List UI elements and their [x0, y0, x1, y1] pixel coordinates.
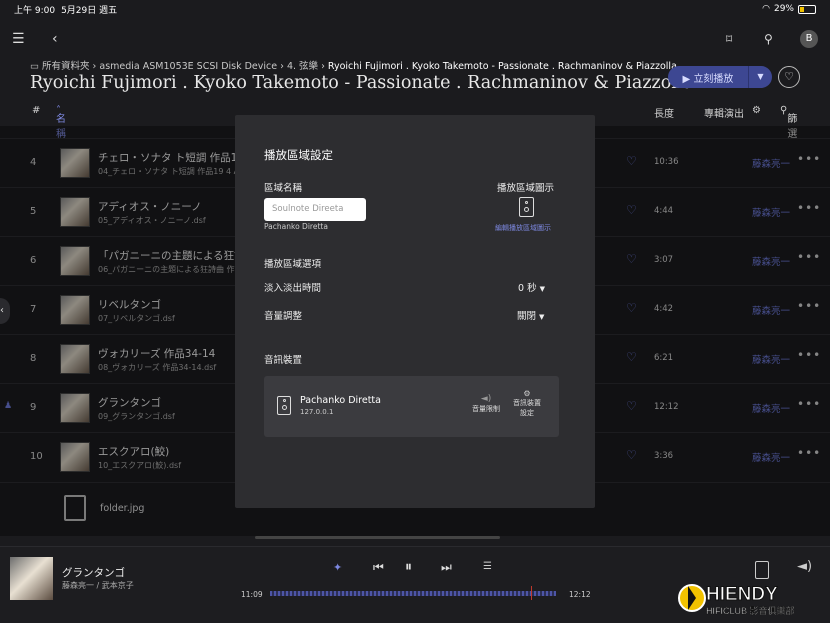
settings-icon[interactable]: ⚙ — [752, 105, 761, 116]
horizontal-scrollbar[interactable] — [255, 536, 500, 539]
status-bar: 上午 9:00 5月29日 週五 ◠ 29% — [0, 0, 830, 18]
breadcrumb-item[interactable]: 4. 弦樂 — [287, 61, 318, 72]
favorite-album-button[interactable]: ♡ — [778, 66, 800, 88]
volume-adjust-select[interactable]: 關閉 ▼ — [517, 308, 544, 322]
search-icon[interactable]: ⚲ — [764, 31, 773, 47]
pause-icon[interactable]: ⏸ — [405, 559, 412, 575]
volume-icon[interactable]: ◄) — [797, 559, 812, 574]
dialog-title: 播放區域設定 — [264, 148, 333, 162]
fade-time-select[interactable]: 0 秒 ▼ — [518, 280, 545, 294]
avatar[interactable]: B — [800, 30, 818, 48]
zone-name-label: 區域名稱 — [264, 183, 303, 194]
now-playing-title: グランタンゴ — [62, 567, 125, 579]
breadcrumb-current: Ryoichi Fujimori . Kyoko Takemoto - Pass… — [327, 61, 677, 72]
previous-icon[interactable]: ⏮ — [373, 560, 384, 575]
svg-text:HIFICLUB 影音俱樂部: HIFICLUB 影音俱樂部 — [706, 605, 795, 616]
seek-waveform[interactable] — [270, 591, 556, 596]
device-name: Pachanko Diretta — [300, 395, 381, 406]
menu-icon[interactable]: ☰ — [12, 31, 25, 47]
page-title: Ryoichi Fujimori . Kyoko Takemoto - Pass… — [30, 73, 693, 93]
elapsed-time: 11:09 — [241, 590, 263, 599]
zone-settings-dialog: 播放區域設定 區域名稱 Soulnote Direeta Pachanko Di… — [235, 115, 595, 508]
volume-icon: ◄) — [480, 394, 492, 404]
speaker-icon — [277, 396, 291, 415]
play-icon: ▶ — [682, 73, 691, 85]
zone-speaker-icon[interactable] — [755, 561, 769, 579]
queue-icon[interactable]: ☰ — [483, 561, 492, 572]
filter-button[interactable]: ⚲ 篩選 — [780, 105, 797, 140]
svg-text:HIENDY: HIENDY — [706, 584, 778, 605]
battery-percent: 29% — [773, 4, 794, 14]
breadcrumb: ▭ 所有資料夾 › asmedia ASM1053E SCSI Disk Dev… — [30, 61, 677, 72]
volume-limit-button[interactable]: ◄) 音量限制 — [470, 394, 502, 414]
speaker-icon[interactable] — [519, 197, 534, 217]
zone-options-label: 播放區域選項 — [264, 259, 322, 270]
audio-device-label: 音訊裝置 — [264, 355, 303, 366]
bookmark-icon[interactable]: ⌑ — [726, 31, 732, 47]
play-options-dropdown[interactable]: ▼ — [748, 66, 772, 88]
col-length[interactable]: 長度 — [654, 105, 674, 120]
folder-icon: ▭ — [30, 61, 39, 72]
zone-name-input[interactable]: Soulnote Direeta — [264, 198, 366, 221]
hiendy-logo-icon: HIENDY HIFICLUB 影音俱樂部 — [678, 584, 795, 616]
gear-icon: ⚙ — [523, 389, 531, 398]
status-time: 上午 9:00 — [14, 5, 56, 16]
hiendy-watermark-logo: HIENDY HIFICLUB 影音俱樂部 — [678, 578, 826, 618]
zone-name-hint: Pachanko Diretta — [264, 222, 328, 231]
now-playing-cover[interactable] — [10, 557, 53, 600]
col-album-artist[interactable]: 專輯演出 — [704, 105, 744, 120]
breadcrumb-item[interactable]: 所有資料夾 — [42, 61, 90, 72]
app-window: 上午 9:00 5月29日 週五 ◠ 29% ☰ ‹ ⌑ ⚲ B ▭ 所有資料夾… — [0, 0, 830, 623]
fade-time-label: 淡入淡出時間 — [264, 283, 322, 294]
now-playing-artists: 藤森亮一 / 武本京子 — [62, 581, 134, 590]
seek-position-marker[interactable] — [531, 586, 533, 600]
play-now-label: 立刻播放 — [693, 73, 734, 85]
next-icon[interactable]: ⏭ — [441, 560, 452, 575]
zone-icon-label: 播放區域圖示 — [497, 183, 555, 194]
play-now-button[interactable]: ▶ 立刻播放 ▼ — [668, 66, 772, 88]
breadcrumb-item[interactable]: asmedia ASM1053E SCSI Disk Device — [99, 61, 277, 72]
col-num[interactable]: # — [32, 105, 40, 116]
wifi-icon: ◠ — [762, 4, 770, 14]
edit-zone-icon-link[interactable]: 編輯播放區域圖示 — [495, 223, 551, 233]
device-settings-button[interactable]: ⚙ 音訊裝置 設定 — [509, 389, 545, 418]
total-time: 12:12 — [569, 590, 591, 599]
volume-adjust-label: 音量調整 — [264, 311, 303, 322]
back-icon[interactable]: ‹ — [52, 31, 58, 47]
status-date: 5月29日 週五 — [61, 5, 118, 16]
sparkle-icon[interactable]: ✦ — [333, 561, 342, 574]
device-ip: 127.0.0.1 — [300, 408, 334, 416]
col-name[interactable]: 名稱 ˄ — [56, 105, 66, 140]
battery-icon — [798, 4, 816, 14]
audio-device-card: Pachanko Diretta 127.0.0.1 ◄) 音量限制 ⚙ 音訊裝… — [264, 376, 559, 437]
